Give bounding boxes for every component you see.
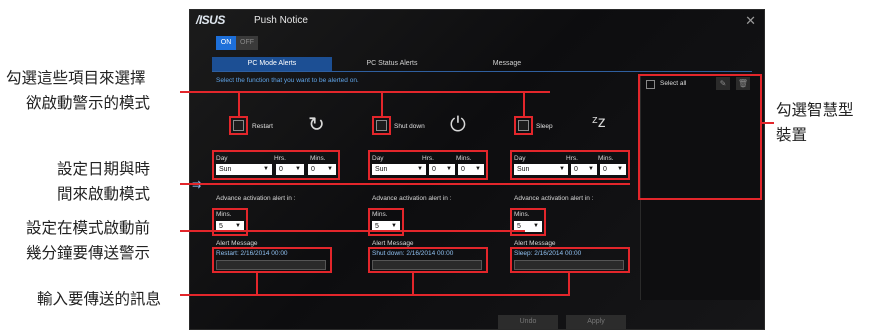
toggle-on[interactable]: ON [216,36,236,50]
highlight-restart-schedule [212,150,340,180]
sleep-label: Sleep [536,123,553,130]
alert-message-label: Alert Message [514,240,556,247]
title-bar: /ISUS Push Notice ✕ [190,10,764,32]
callout-message: 輸入要傳送的訊息 [37,290,162,308]
leader-mode-drop2 [381,91,383,117]
advance-label: Advance activation alert in : [372,195,452,202]
close-icon[interactable]: ✕ [745,13,756,29]
callout-advance-line1: 設定在模式啟動前 [26,219,151,237]
callout-smart-line2: 裝置 [776,126,808,144]
callout-mode-line2: 欲啟動警示的模式 [26,94,151,112]
highlight-shutdown-message [368,247,488,273]
callout-mode-line1: 勾選這些項目來選擇 [6,69,146,87]
on-off-toggle[interactable]: ON OFF [216,36,258,50]
leader-message [180,294,570,296]
tab-divider [212,71,752,72]
highlight-restart-message [212,247,332,273]
highlight-sleep-schedule [510,150,630,180]
callout-advance-line2: 幾分鐘要傳送警示 [26,244,151,262]
tab-pc-status-alerts[interactable]: PC Status Alerts [332,57,452,71]
callout-date-line2: 間來啟動模式 [57,185,151,203]
push-notice-window: /ISUS Push Notice ✕ ON OFF PC Mode Alert… [189,9,765,330]
shutdown-label: Shut down [394,123,425,130]
callout-smart-line1: 勾選智慧型 [776,101,854,119]
highlight-restart-checkbox [229,116,248,135]
leader-advance [180,230,525,232]
tab-pc-mode-alerts[interactable]: PC Mode Alerts [212,57,332,71]
alert-message-label: Alert Message [372,240,414,247]
highlight-shutdown-checkbox [372,116,391,135]
advance-label: Advance activation alert in : [216,195,296,202]
app-title: Push Notice [254,15,308,26]
leader-message-up1 [256,272,258,294]
leader-schedule [180,183,630,185]
sleep-icon: ᶻz [592,114,606,131]
callout-date-line1: 設定日期與時 [57,160,151,178]
leader-mode [180,91,550,93]
power-icon: ⏻ [450,114,466,136]
tab-message[interactable]: Message [452,57,562,71]
highlight-shutdown-schedule [368,150,488,180]
advance-label: Advance activation alert in : [514,195,594,202]
highlight-smart-device-panel [638,74,762,200]
tab-bar: PC Mode Alerts PC Status Alerts Message [212,57,752,71]
leader-mode-drop3 [523,91,525,117]
apply-button[interactable]: Apply [566,315,626,329]
leader-smart-device [761,122,774,124]
undo-button[interactable]: Undo [498,315,558,329]
asus-logo: /ISUS [196,13,225,27]
leader-message-up3 [568,272,570,296]
toggle-off[interactable]: OFF [236,36,258,50]
restart-label: Restart [252,123,273,130]
leader-mode-drop1 [238,91,240,117]
alert-message-label: Alert Message [216,240,258,247]
highlight-sleep-checkbox [514,116,533,135]
highlight-sleep-message [510,247,630,273]
leader-message-up2 [412,272,414,294]
instruction-text: Select the function that you want to be … [216,77,359,84]
restart-icon: ↻ [308,114,325,136]
